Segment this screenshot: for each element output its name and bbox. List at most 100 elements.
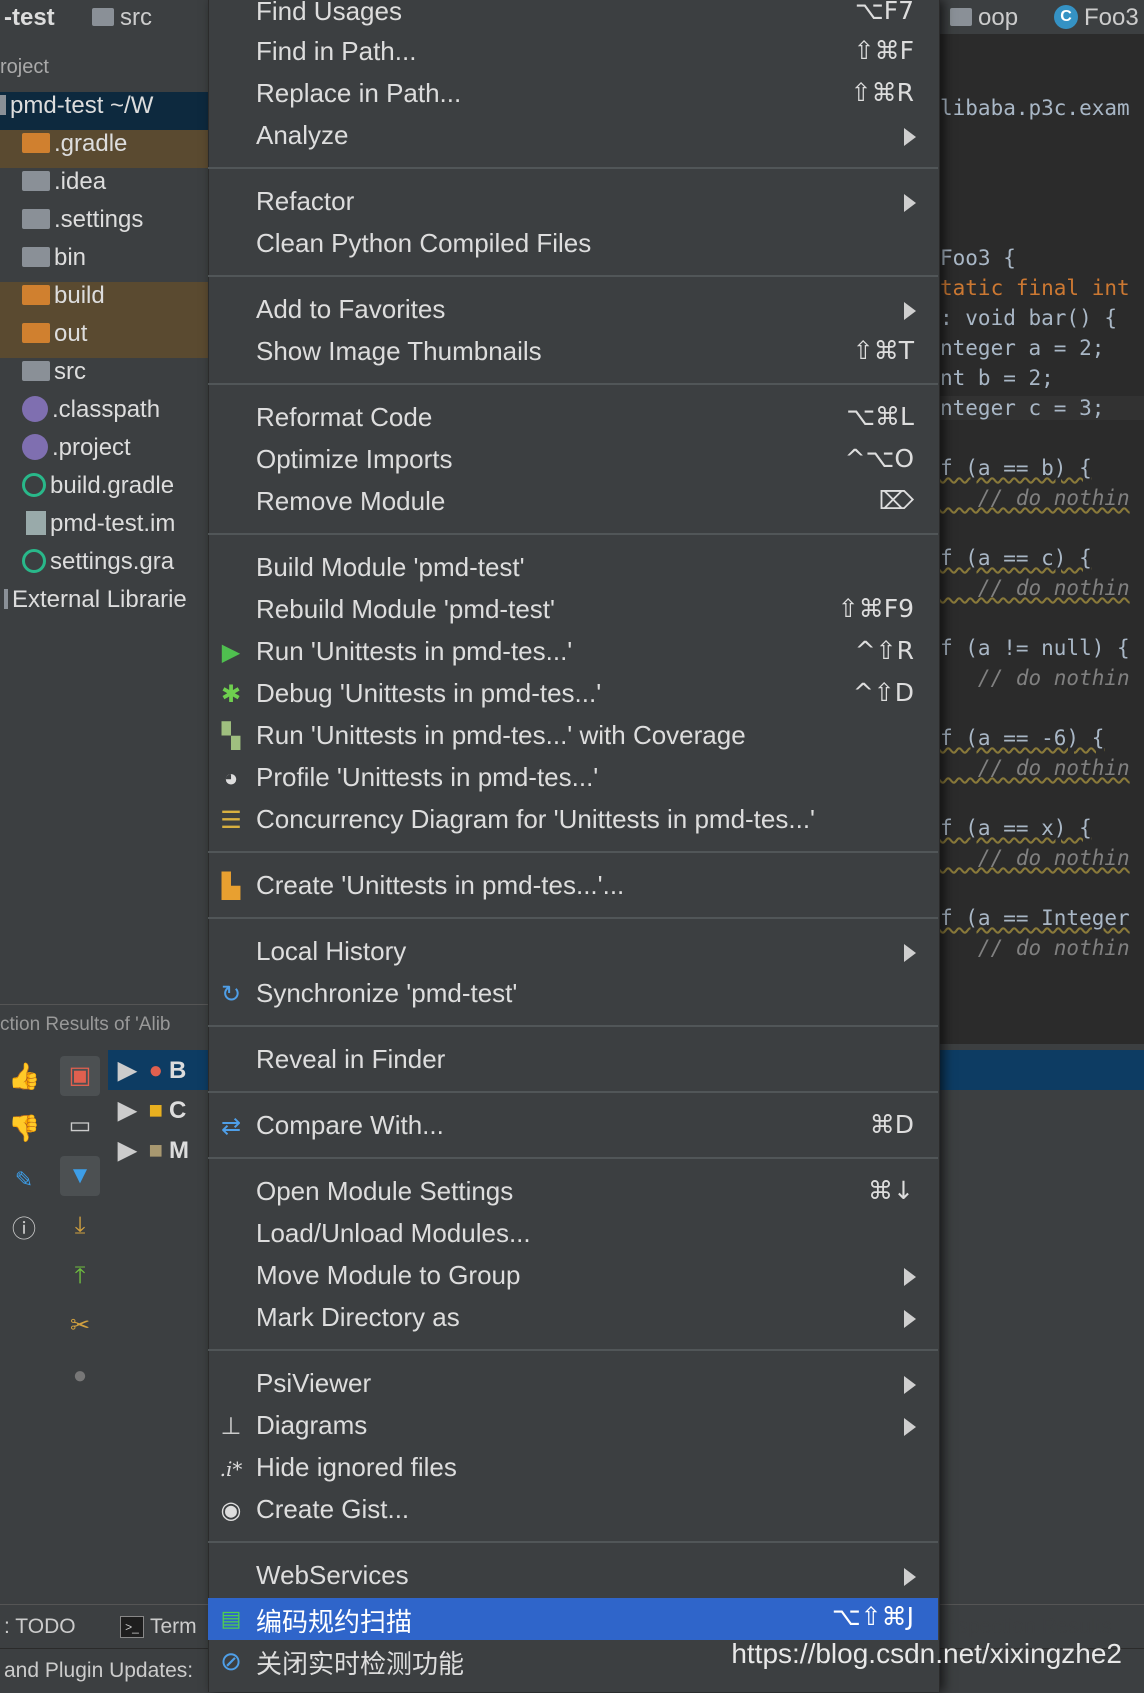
tree-item-settings[interactable]: .settings: [0, 206, 232, 244]
menu-item-find-in-path[interactable]: Find in Path... ⇧⌘F: [208, 32, 938, 74]
menu-item-rebuild-module[interactable]: Rebuild Module 'pmd-test' ⇧⌘F9: [208, 590, 938, 632]
tree-item-src[interactable]: src: [0, 358, 232, 396]
menu-item-concurrency-diagram[interactable]: ☰ Concurrency Diagram for 'Unittests in p…: [208, 800, 938, 842]
menu-item-optimize-imports[interactable]: Optimize Imports ^⌥O: [208, 440, 938, 482]
group-by-directory-icon[interactable]: ▭: [60, 1106, 100, 1146]
group-by-severity-icon[interactable]: ▣: [60, 1056, 100, 1096]
menu-item-refactor[interactable]: Refactor: [208, 182, 938, 224]
lightbulb-icon[interactable]: ●: [60, 1356, 100, 1396]
tree-item-build[interactable]: build: [0, 282, 232, 320]
tree-item-idea[interactable]: .idea: [0, 168, 232, 206]
filter-icon[interactable]: ▼: [60, 1156, 100, 1196]
tree-item-pmd-test[interactable]: pmd-test ~/W: [0, 92, 210, 130]
menu-item-local-history[interactable]: Local History: [208, 932, 938, 974]
inspection-row[interactable]: ▶ ● B: [118, 1056, 186, 1085]
code-line: libaba.p3c.exam: [940, 96, 1130, 120]
menu-separator: [208, 917, 938, 919]
menu-item-reformat-code[interactable]: Reformat Code ⌥⌘L: [208, 398, 938, 440]
menu-item-reveal-in-finder[interactable]: Reveal in Finder: [208, 1040, 938, 1082]
menu-item-mark-directory-as[interactable]: Mark Directory as: [208, 1298, 938, 1340]
menu-item-webservices[interactable]: WebServices: [208, 1556, 938, 1598]
tree-item-external-libraries[interactable]: External Librarie: [0, 586, 214, 624]
inspection-tab[interactable]: Inspection Results: [940, 1615, 1112, 1639]
menu-item-create-unittests[interactable]: ▙ Create 'Unittests in pmd-tes...'...: [208, 866, 938, 908]
menu-item-psiviewer[interactable]: PsiViewer: [208, 1364, 938, 1406]
tree-item-build-gradle[interactable]: build.gradle: [0, 472, 232, 510]
folder-icon: [22, 360, 50, 381]
menu-item-synchronize[interactable]: ↻ Synchronize 'pmd-test': [208, 974, 938, 1016]
menu-item-load-unload-modules[interactable]: Load/Unload Modules...: [208, 1214, 938, 1256]
menu-item-label: Concurrency Diagram for 'Unittests in pm…: [256, 804, 815, 834]
breadcrumb-project[interactable]: -test: [4, 4, 55, 32]
breadcrumb-oop[interactable]: oop: [950, 4, 1018, 32]
menu-item-shortcut: ⌥⇧⌘J: [831, 1602, 914, 1631]
menu-item-code-scan[interactable]: ▤ 编码规约扫描 ⌥⇧⌘J: [208, 1598, 938, 1640]
tree-item-out[interactable]: out: [0, 320, 232, 358]
menu-item-shortcut: ⌥⌘L: [846, 402, 914, 431]
folder-icon: [22, 132, 50, 153]
info-icon[interactable]: ⓘ: [8, 1214, 40, 1246]
menu-item-debug-unittests[interactable]: ✱ Debug 'Unittests in pmd-tes...' ^⇧D: [208, 674, 938, 716]
tree-item-label: build.gradle: [50, 472, 175, 499]
menu-item-move-module-to-group[interactable]: Move Module to Group: [208, 1256, 938, 1298]
submenu-arrow-icon: [904, 194, 916, 212]
menu-item-run-with-coverage[interactable]: ▚ Run 'Unittests in pmd-tes...' with Cove…: [208, 716, 938, 758]
settings-wrench-icon[interactable]: ✂: [60, 1306, 100, 1346]
edit-icon[interactable]: ✎: [8, 1164, 40, 1196]
menu-item-add-to-favorites[interactable]: Add to Favorites: [208, 290, 938, 332]
tree-item-bin[interactable]: bin: [0, 244, 232, 282]
menu-item-compare-with[interactable]: ⇄ Compare With... ⌘D: [208, 1106, 938, 1148]
menu-item-show-image-thumbnails[interactable]: Show Image Thumbnails ⇧⌘T: [208, 332, 938, 374]
breadcrumb-foo3[interactable]: C Foo3: [1054, 4, 1139, 32]
tree-item-label: bin: [54, 244, 87, 271]
tree-item-label: src: [54, 358, 86, 385]
critical-icon: ■: [148, 1097, 163, 1124]
menu-item-diagrams[interactable]: ⊥ Diagrams: [208, 1406, 938, 1448]
tree-item-iml[interactable]: pmd-test.im: [0, 510, 236, 548]
menu-item-open-module-settings[interactable]: Open Module Settings ⌘↓: [208, 1172, 938, 1214]
inspection-row[interactable]: ▶ ■ C: [118, 1096, 186, 1125]
menu-item-label: Synchronize 'pmd-test': [256, 978, 518, 1008]
tree-item-label: settings.gra: [50, 548, 175, 575]
breadcrumb-label: Foo3: [1084, 4, 1139, 31]
menu-item-replace-in-path[interactable]: Replace in Path... ⇧⌘R: [208, 74, 938, 116]
export-icon[interactable]: ⤒: [60, 1256, 100, 1296]
import-icon[interactable]: ⤓: [60, 1206, 100, 1246]
tree-item-classpath[interactable]: .classpath: [0, 396, 232, 434]
code-line: // do nothin: [940, 936, 1130, 960]
menu-item-label: Find in Path...: [256, 36, 417, 66]
tree-item-label: pmd-test.im: [50, 510, 176, 537]
code-line: tatic final int: [940, 276, 1130, 300]
breadcrumb-src[interactable]: src: [92, 4, 152, 32]
thumbs-up-icon[interactable]: 👍: [8, 1060, 40, 1092]
tree-item-project[interactable]: .project: [0, 434, 232, 472]
tree-item-label: .idea: [54, 168, 107, 195]
watermark-text: https://blog.csdn.net/xixingzhe2: [731, 1638, 1122, 1669]
inspection-row[interactable]: ▶ ■ M: [118, 1136, 189, 1165]
inspection-row-label: B: [168, 1057, 187, 1084]
todo-tab[interactable]: : TODO: [4, 1615, 76, 1639]
menu-item-remove-module[interactable]: Remove Module ⌦: [208, 482, 938, 524]
menu-item-find-usages[interactable]: Find Usages ⌥F7: [208, 0, 938, 34]
terminal-icon: >_: [120, 1616, 144, 1639]
folder-icon: [22, 284, 50, 305]
menu-item-analyze[interactable]: Analyze: [208, 116, 938, 158]
file-icon: [26, 510, 46, 535]
thumbs-down-icon[interactable]: 👎: [8, 1112, 40, 1144]
menu-item-clean-python[interactable]: Clean Python Compiled Files: [208, 224, 938, 266]
menu-item-create-gist[interactable]: ◉ Create Gist...: [208, 1490, 938, 1532]
inspection-panel-title: ction Results of 'Alib: [0, 1004, 210, 1045]
menu-item-build-module[interactable]: Build Module 'pmd-test': [208, 548, 938, 590]
menu-item-label: Rebuild Module 'pmd-test': [256, 594, 555, 624]
synchronize-icon: ↻: [220, 981, 242, 1008]
terminal-tab[interactable]: >_ Term: [120, 1615, 197, 1639]
menu-item-run-unittests[interactable]: ▶ Run 'Unittests in pmd-tes...' ^⇧R: [208, 632, 938, 674]
folder-icon: [950, 7, 972, 26]
menu-item-shortcut: ⇧⌘T: [852, 336, 914, 365]
compare-icon: ⇄: [220, 1113, 242, 1140]
menu-item-profile-unittests[interactable]: ◕ Profile 'Unittests in pmd-tes...': [208, 758, 938, 800]
tree-item-gradle[interactable]: .gradle: [0, 130, 232, 168]
profile-icon: ◕: [223, 765, 239, 792]
tree-item-settings-gradle[interactable]: settings.gra: [0, 548, 232, 586]
menu-item-hide-ignored-files[interactable]: .i* Hide ignored files: [208, 1448, 938, 1490]
